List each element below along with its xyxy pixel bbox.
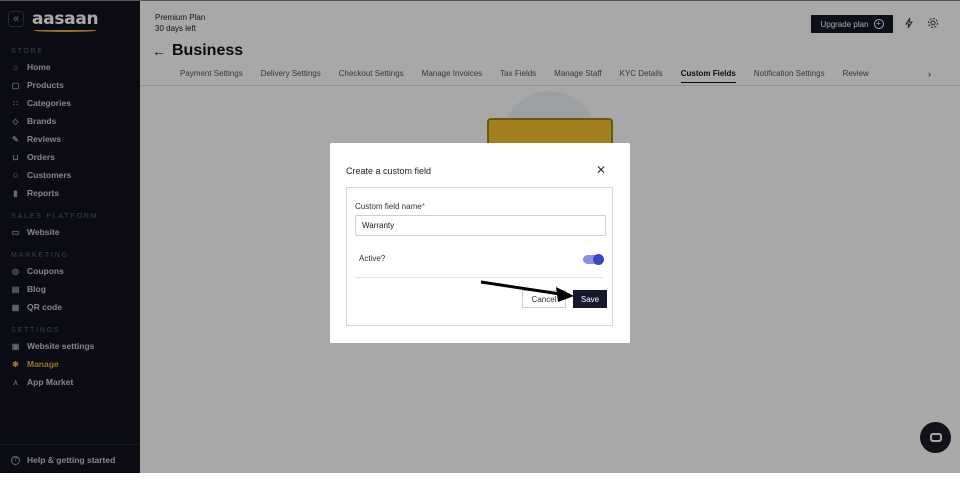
annotation-arrow-icon [480, 280, 574, 302]
app-frame: « aasaan STORE ⌂ Home ▢ Products ∷ Categories ◇… [0, 0, 960, 473]
